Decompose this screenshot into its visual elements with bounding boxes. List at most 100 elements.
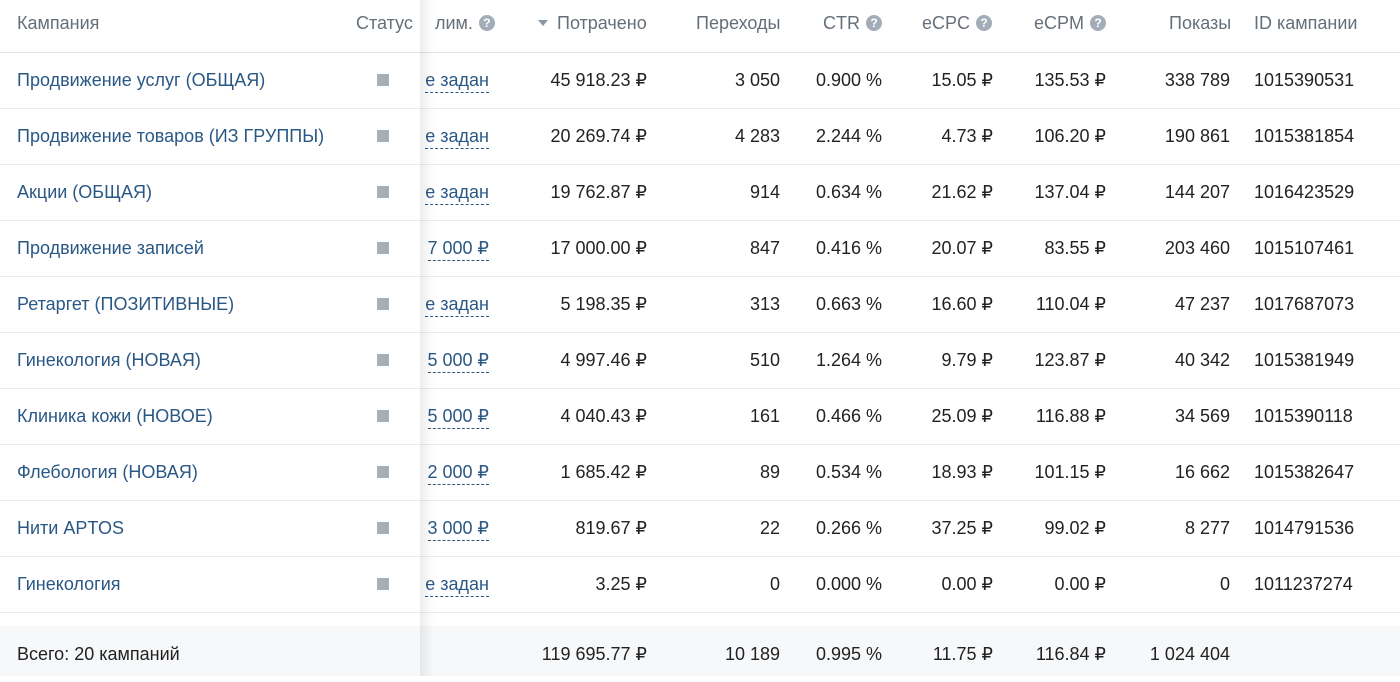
- clicks-value: 4 283: [734, 126, 780, 146]
- ecpc-value: 9.79 ₽: [941, 350, 994, 370]
- ctr-value: 2.244 %: [815, 126, 882, 146]
- ecpm-value: 99.02 ₽: [1044, 518, 1107, 538]
- header-ecpm-label: eCPM: [1034, 13, 1085, 33]
- ecpc-value: 4.73 ₽: [941, 126, 994, 146]
- ecpc-value: 25.09 ₽: [931, 406, 994, 426]
- clicks-value: 161: [749, 406, 780, 426]
- impressions-value: 47 237: [1174, 294, 1230, 314]
- ctr-value: 0.466 %: [815, 406, 882, 426]
- table-header: Кампания Статус лим.? Потрачено Переходы…: [0, 0, 1400, 53]
- campaign-name-link[interactable]: Флебология (НОВАЯ): [17, 444, 198, 500]
- clicks-value: 914: [749, 182, 780, 202]
- campaign-name-link[interactable]: Нити APTOS: [17, 500, 124, 556]
- totals-row: Всего: 20 кампаний 119 695.77 ₽ 10 189 0…: [0, 626, 1400, 676]
- campaign-name-link[interactable]: Продвижение услуг (ОБЩАЯ): [17, 52, 265, 108]
- limit-link[interactable]: е задан: [370, 52, 489, 108]
- table-row[interactable]: Гинекология (НОВАЯ) 5 000 ₽ 4 997.46 ₽ 5…: [0, 332, 1400, 389]
- limit-link[interactable]: 5 000 ₽: [370, 388, 489, 444]
- campaign-id-value: 1015381949: [1254, 350, 1355, 370]
- ctr-value: 1.264 %: [815, 350, 882, 370]
- ecpc-value: 15.05 ₽: [931, 70, 994, 90]
- spent-value: 819.67 ₽: [575, 518, 647, 538]
- ctr-value: 0.663 %: [815, 294, 882, 314]
- limit-value: е задан: [425, 294, 489, 317]
- limit-value: 2 000 ₽: [427, 462, 489, 485]
- campaign-name-link[interactable]: Продвижение товаров (ИЗ ГРУППЫ): [17, 108, 324, 164]
- ecpc-value: 0.00 ₽: [941, 574, 994, 594]
- campaign-id-value: 1015390118: [1254, 406, 1353, 426]
- header-status[interactable]: Статус: [356, 0, 413, 46]
- spent-value: 3.25 ₽: [595, 574, 648, 594]
- ecpm-value: 0.00 ₽: [1054, 574, 1107, 594]
- impressions-value: 203 460: [1164, 238, 1230, 258]
- limit-value: 7 000 ₽: [427, 238, 489, 261]
- table-row[interactable]: Гинекология е задан 3.25 ₽ 0 0.000 % 0.0…: [0, 556, 1400, 613]
- totals-ctr: 0.995 %: [815, 644, 882, 664]
- limit-link[interactable]: е задан: [370, 164, 489, 220]
- header-campaign[interactable]: Кампания: [17, 0, 99, 46]
- header-impressions[interactable]: Показы: [1169, 0, 1231, 46]
- header-ctr[interactable]: CTR?: [823, 0, 882, 46]
- table-row[interactable]: Клиника кожи (НОВОЕ) 5 000 ₽ 4 040.43 ₽ …: [0, 388, 1400, 445]
- table-row[interactable]: Акции (ОБЩАЯ) е задан 19 762.87 ₽ 914 0.…: [0, 164, 1400, 221]
- header-limit-label: лим.: [435, 13, 473, 33]
- ctr-value: 0.634 %: [815, 182, 882, 202]
- limit-link[interactable]: е задан: [370, 108, 489, 164]
- totals-clicks: 10 189: [724, 644, 780, 664]
- campaign-name-link[interactable]: Клиника кожи (НОВОЕ): [17, 388, 213, 444]
- table-row[interactable]: Флебология (НОВАЯ) 2 000 ₽ 1 685.42 ₽ 89…: [0, 444, 1400, 501]
- ctr-value: 0.266 %: [815, 518, 882, 538]
- ctr-value: 0.416 %: [815, 238, 882, 258]
- limit-link[interactable]: 5 000 ₽: [370, 332, 489, 388]
- spent-value: 4 040.43 ₽: [560, 406, 647, 426]
- table-row[interactable]: Продвижение записей 7 000 ₽ 17 000.00 ₽ …: [0, 220, 1400, 277]
- ecpm-value: 101.15 ₽: [1034, 462, 1106, 482]
- campaign-id-value: 1015381854: [1254, 126, 1355, 146]
- header-limit[interactable]: лим.?: [435, 0, 495, 46]
- campaign-id-value: 1015382647: [1254, 462, 1355, 482]
- limit-link[interactable]: 2 000 ₽: [370, 444, 489, 500]
- impressions-value: 40 342: [1174, 350, 1230, 370]
- header-campaign-id-label: ID кампании: [1254, 13, 1358, 33]
- ecpc-value: 37.25 ₽: [931, 518, 994, 538]
- impressions-value: 34 569: [1174, 406, 1230, 426]
- campaign-name-link[interactable]: Гинекология (НОВАЯ): [17, 332, 201, 388]
- campaign-name-link[interactable]: Гинекология: [17, 556, 121, 612]
- table-row[interactable]: Продвижение услуг (ОБЩАЯ) е задан 45 918…: [0, 52, 1400, 109]
- campaign-id-value: 1014791536: [1254, 518, 1355, 538]
- header-ecpc-label: eCPC: [922, 13, 971, 33]
- clicks-value: 3 050: [734, 70, 780, 90]
- help-icon[interactable]: ?: [866, 15, 882, 31]
- campaign-id-value: 1011237274: [1254, 574, 1353, 594]
- help-icon[interactable]: ?: [478, 15, 495, 31]
- header-spent[interactable]: Потрачено: [538, 0, 647, 46]
- limit-value: е задан: [425, 182, 489, 205]
- limit-link[interactable]: е задан: [370, 556, 489, 612]
- header-ecpm[interactable]: eCPM?: [1034, 0, 1107, 46]
- help-icon[interactable]: ?: [1090, 15, 1107, 31]
- limit-link[interactable]: 3 000 ₽: [370, 500, 489, 556]
- limit-value: 5 000 ₽: [427, 350, 489, 373]
- limit-link[interactable]: е задан: [370, 276, 489, 332]
- table-row[interactable]: Нити APTOS 3 000 ₽ 819.67 ₽ 22 0.266 % 3…: [0, 500, 1400, 557]
- limit-value: е задан: [425, 70, 489, 93]
- campaign-id-value: 1015107461: [1254, 238, 1355, 258]
- campaign-name-link[interactable]: Ретаргет (ПОЗИТИВНЫЕ): [17, 276, 234, 332]
- header-ecpc[interactable]: eCPC?: [922, 0, 993, 46]
- campaign-name-link[interactable]: Акции (ОБЩАЯ): [17, 164, 152, 220]
- table-row[interactable]: Ретаргет (ПОЗИТИВНЫЕ) е задан 5 198.35 ₽…: [0, 276, 1400, 333]
- campaign-id-value: 1015390531: [1254, 70, 1355, 90]
- header-campaign-id[interactable]: ID кампании: [1254, 0, 1357, 46]
- ecpm-value: 110.04 ₽: [1035, 294, 1106, 314]
- campaign-name-link[interactable]: Продвижение записей: [17, 220, 204, 276]
- header-clicks[interactable]: Переходы: [696, 0, 780, 46]
- ecpm-value: 123.87 ₽: [1034, 350, 1106, 370]
- impressions-value: 16 662: [1174, 462, 1230, 482]
- ecpc-value: 18.93 ₽: [931, 462, 994, 482]
- totals-spent: 119 695.77 ₽: [541, 644, 647, 664]
- help-icon[interactable]: ?: [976, 15, 993, 31]
- limit-link[interactable]: 7 000 ₽: [370, 220, 489, 276]
- ecpm-value: 137.04 ₽: [1034, 182, 1106, 202]
- table-row[interactable]: Продвижение товаров (ИЗ ГРУППЫ) е задан …: [0, 108, 1400, 165]
- totals-ecpm: 116.84 ₽: [1035, 644, 1106, 664]
